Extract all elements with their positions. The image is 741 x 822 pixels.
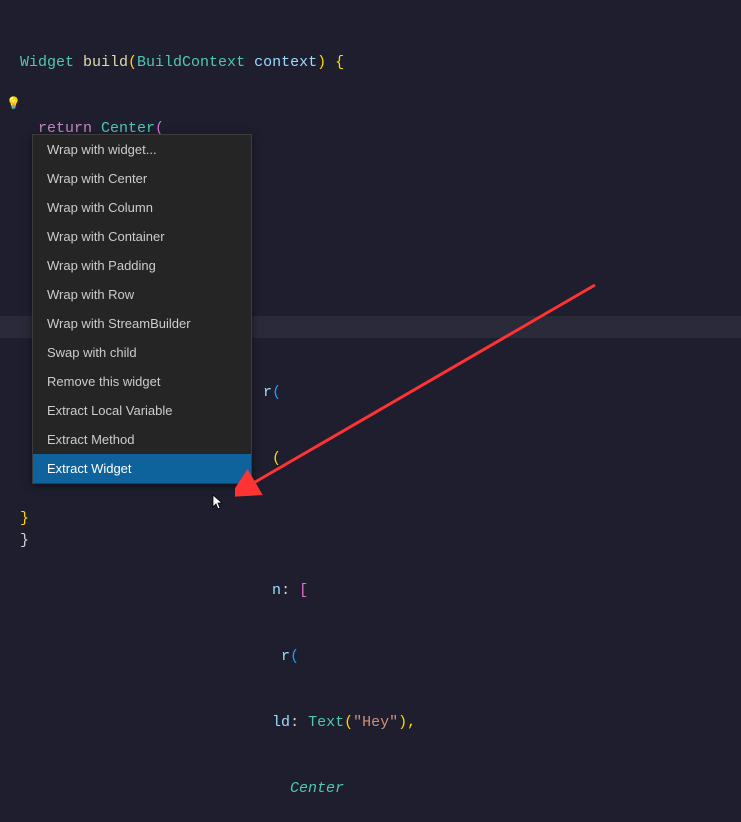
code-line: r(: [0, 646, 741, 668]
menu-item-extract-local-variable[interactable]: Extract Local Variable: [33, 396, 251, 425]
menu-item-wrap-widget[interactable]: Wrap with widget...: [33, 135, 251, 164]
refactor-context-menu: Wrap with widget... Wrap with Center Wra…: [32, 134, 252, 484]
menu-item-wrap-column[interactable]: Wrap with Column: [33, 193, 251, 222]
menu-item-wrap-row[interactable]: Wrap with Row: [33, 280, 251, 309]
code-line: }: [20, 532, 29, 549]
code-line: [0, 514, 741, 536]
menu-item-extract-method[interactable]: Extract Method: [33, 425, 251, 454]
menu-item-wrap-streambuilder[interactable]: Wrap with StreamBuilder: [33, 309, 251, 338]
menu-item-wrap-container[interactable]: Wrap with Container: [33, 222, 251, 251]
menu-item-wrap-center[interactable]: Wrap with Center: [33, 164, 251, 193]
code-line: n: [: [0, 580, 741, 602]
code-line: Widget build(BuildContext context) {: [0, 52, 741, 74]
code-line: Center: [0, 778, 741, 800]
menu-item-remove-widget[interactable]: Remove this widget: [33, 367, 251, 396]
code-line: }: [20, 510, 29, 527]
menu-item-swap-child[interactable]: Swap with child: [33, 338, 251, 367]
code-line: ld: Text("Hey"),: [0, 712, 741, 734]
lightbulb-icon[interactable]: 💡: [6, 96, 20, 110]
menu-item-extract-widget[interactable]: Extract Widget: [33, 454, 251, 483]
menu-item-wrap-padding[interactable]: Wrap with Padding: [33, 251, 251, 280]
